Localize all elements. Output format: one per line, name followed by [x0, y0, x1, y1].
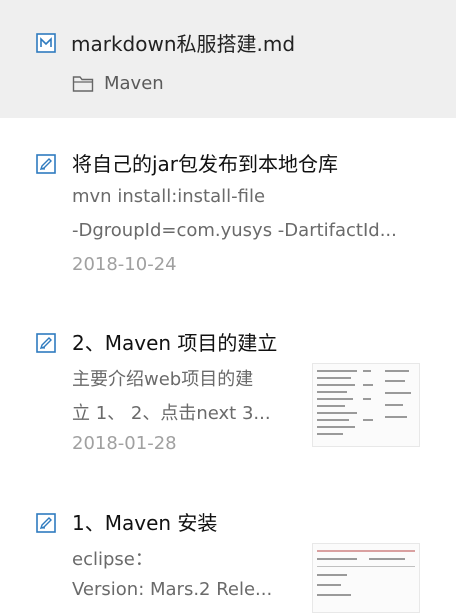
note-title[interactable]: 1、Maven 安装 [72, 507, 217, 536]
note-summary-line: Version: Mars.2 Rele... [72, 579, 273, 600]
folder-row[interactable]: Maven [72, 73, 164, 94]
note-title[interactable]: 2、Maven 项目的建立 [72, 327, 277, 356]
note-thumbnail [312, 363, 420, 447]
note-summary-line: -DgroupId=com.yusys -DartifactId... [72, 220, 397, 241]
folder-label[interactable]: Maven [104, 73, 164, 94]
note-edit-icon [36, 154, 56, 178]
file-title-row[interactable]: markdown私服搭建.md [36, 28, 295, 57]
note-date: 2018-10-24 [72, 254, 177, 275]
note-summary-line: 立 1、 2、点击next 3... [72, 403, 271, 424]
markdown-file-icon [36, 32, 56, 53]
note-summary-line: eclipse： [72, 549, 153, 570]
folder-icon [72, 75, 94, 93]
note-edit-icon [36, 513, 56, 537]
note-summary-line: mvn install:install-file [72, 186, 266, 207]
file-title[interactable]: markdown私服搭建.md [71, 28, 295, 57]
note-summary-line: 主要介绍web项目的建 [72, 369, 254, 390]
note-title[interactable]: 将自己的jar包发布到本地仓库 [72, 148, 338, 177]
current-file-header[interactable]: markdown私服搭建.md Maven [0, 0, 456, 118]
note-date: 2018-01-28 [72, 433, 177, 454]
note-edit-icon [36, 333, 56, 357]
note-thumbnail [312, 543, 420, 613]
